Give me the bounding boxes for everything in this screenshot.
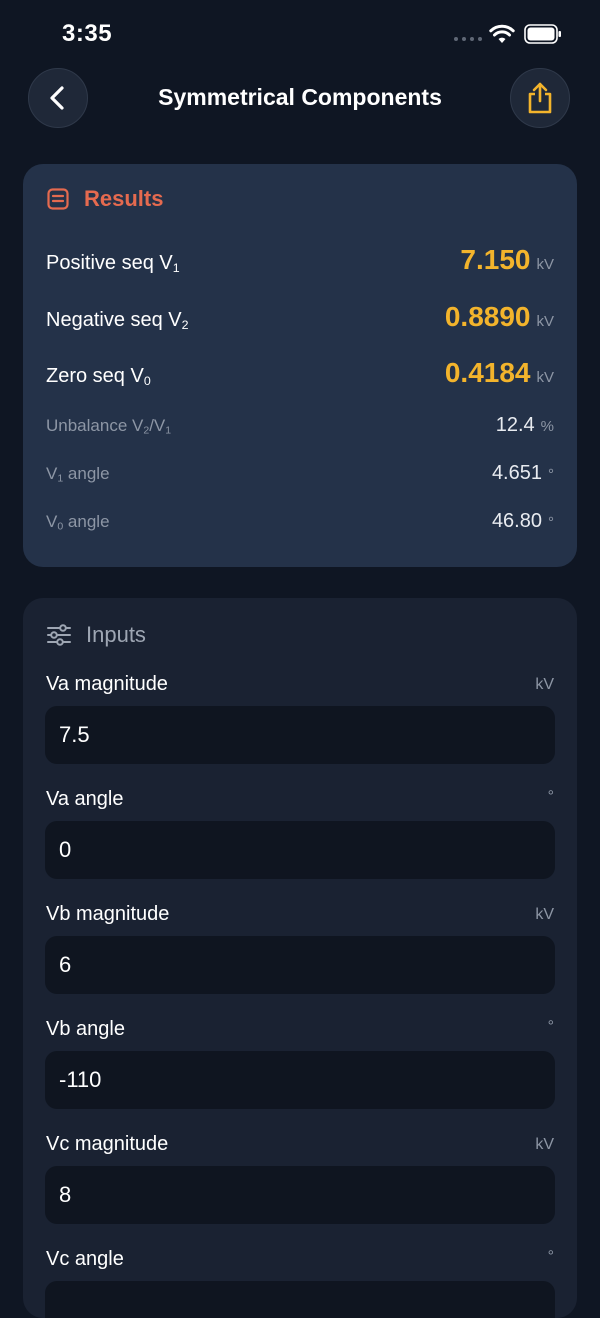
result-value: 12.4 [495, 414, 535, 436]
result-unit: ° [548, 466, 554, 483]
result-label: Zero seq V0 [46, 365, 151, 389]
va-magnitude-input[interactable] [45, 706, 555, 764]
result-unit: ° [548, 514, 554, 531]
field-unit: ° [547, 788, 554, 805]
wifi-icon [489, 24, 515, 43]
result-value: 7.150 [460, 244, 531, 275]
result-value-group: 7.150 kV [460, 244, 554, 276]
results-title: Results [84, 186, 164, 211]
inputs-title: Inputs [86, 622, 146, 647]
field-label-vb-angle: Vb angle [46, 1018, 125, 1040]
field-label-va-angle: Va angle [46, 788, 124, 810]
result-unit: kV [536, 256, 554, 273]
cellular-signal-icon [454, 37, 482, 41]
field-unit: ° [547, 1018, 554, 1035]
result-row-negative-seq: Negative seq V2 0.8890 kV [46, 301, 554, 333]
vb-magnitude-input[interactable] [45, 936, 555, 994]
battery-icon [524, 24, 561, 44]
field-unit: kV [535, 1136, 554, 1153]
result-value-group: 4.651 ° [492, 462, 554, 485]
result-value: 46.80 [491, 510, 542, 532]
inputs-header: Inputs [46, 622, 146, 648]
result-value-group: 0.4184 kV [445, 357, 554, 389]
vc-angle-input[interactable] [45, 1281, 555, 1318]
result-label: Unbalance V2/V1 [46, 416, 172, 437]
vb-angle-input[interactable] [45, 1051, 555, 1109]
share-button[interactable] [510, 68, 570, 128]
field-unit: ° [547, 1248, 554, 1265]
status-time: 3:35 [62, 20, 113, 47]
field-label-vc-magnitude: Vc magnitude [46, 1133, 169, 1155]
va-angle-input[interactable] [45, 821, 555, 879]
inputs-card: Inputs Va magnitude kV Va angle ° Vb mag… [23, 598, 577, 1318]
result-unit: kV [536, 369, 554, 386]
result-label: Positive seq V1 [46, 252, 180, 276]
result-value: 0.4184 [444, 357, 531, 388]
field-label-vb-magnitude: Vb magnitude [46, 903, 170, 925]
result-unit: kV [536, 313, 554, 330]
result-value-group: 12.4% [496, 414, 554, 437]
result-unit: % [540, 418, 554, 435]
result-label: V1 angle [46, 464, 110, 485]
navigation-bar: Symmetrical Components [0, 68, 600, 130]
results-header: Results [46, 186, 163, 212]
list-document-icon [47, 188, 69, 210]
sliders-icon [47, 624, 71, 646]
field-unit: kV [535, 676, 554, 693]
result-value-group: 46.80 ° [492, 510, 554, 533]
result-value-group: 0.8890 kV [445, 301, 554, 333]
status-bar: 3:35 [0, 0, 600, 70]
result-row-zero-seq: Zero seq V0 0.4184 kV [46, 357, 554, 389]
result-value: 4.651 [491, 462, 542, 484]
result-label: Negative seq V2 [46, 309, 189, 333]
field-label-vc-angle: Vc angle [46, 1248, 124, 1270]
result-row-v0-angle: V0 angle 46.80 ° [46, 510, 554, 533]
result-value: 0.8890 [444, 301, 531, 332]
share-icon [528, 82, 552, 114]
result-row-unbalance: Unbalance V2/V1 12.4% [46, 414, 554, 437]
result-row-v1-angle: V1 angle 4.651 ° [46, 462, 554, 485]
result-row-positive-seq: Positive seq V1 7.150 kV [46, 244, 554, 276]
results-card: Results Positive seq V1 7.150 kV Negative… [23, 164, 577, 567]
field-unit: kV [535, 906, 554, 923]
field-label-va-magnitude: Va magnitude [46, 673, 168, 695]
vc-magnitude-input[interactable] [45, 1166, 555, 1224]
result-label: V0 angle [46, 512, 110, 533]
